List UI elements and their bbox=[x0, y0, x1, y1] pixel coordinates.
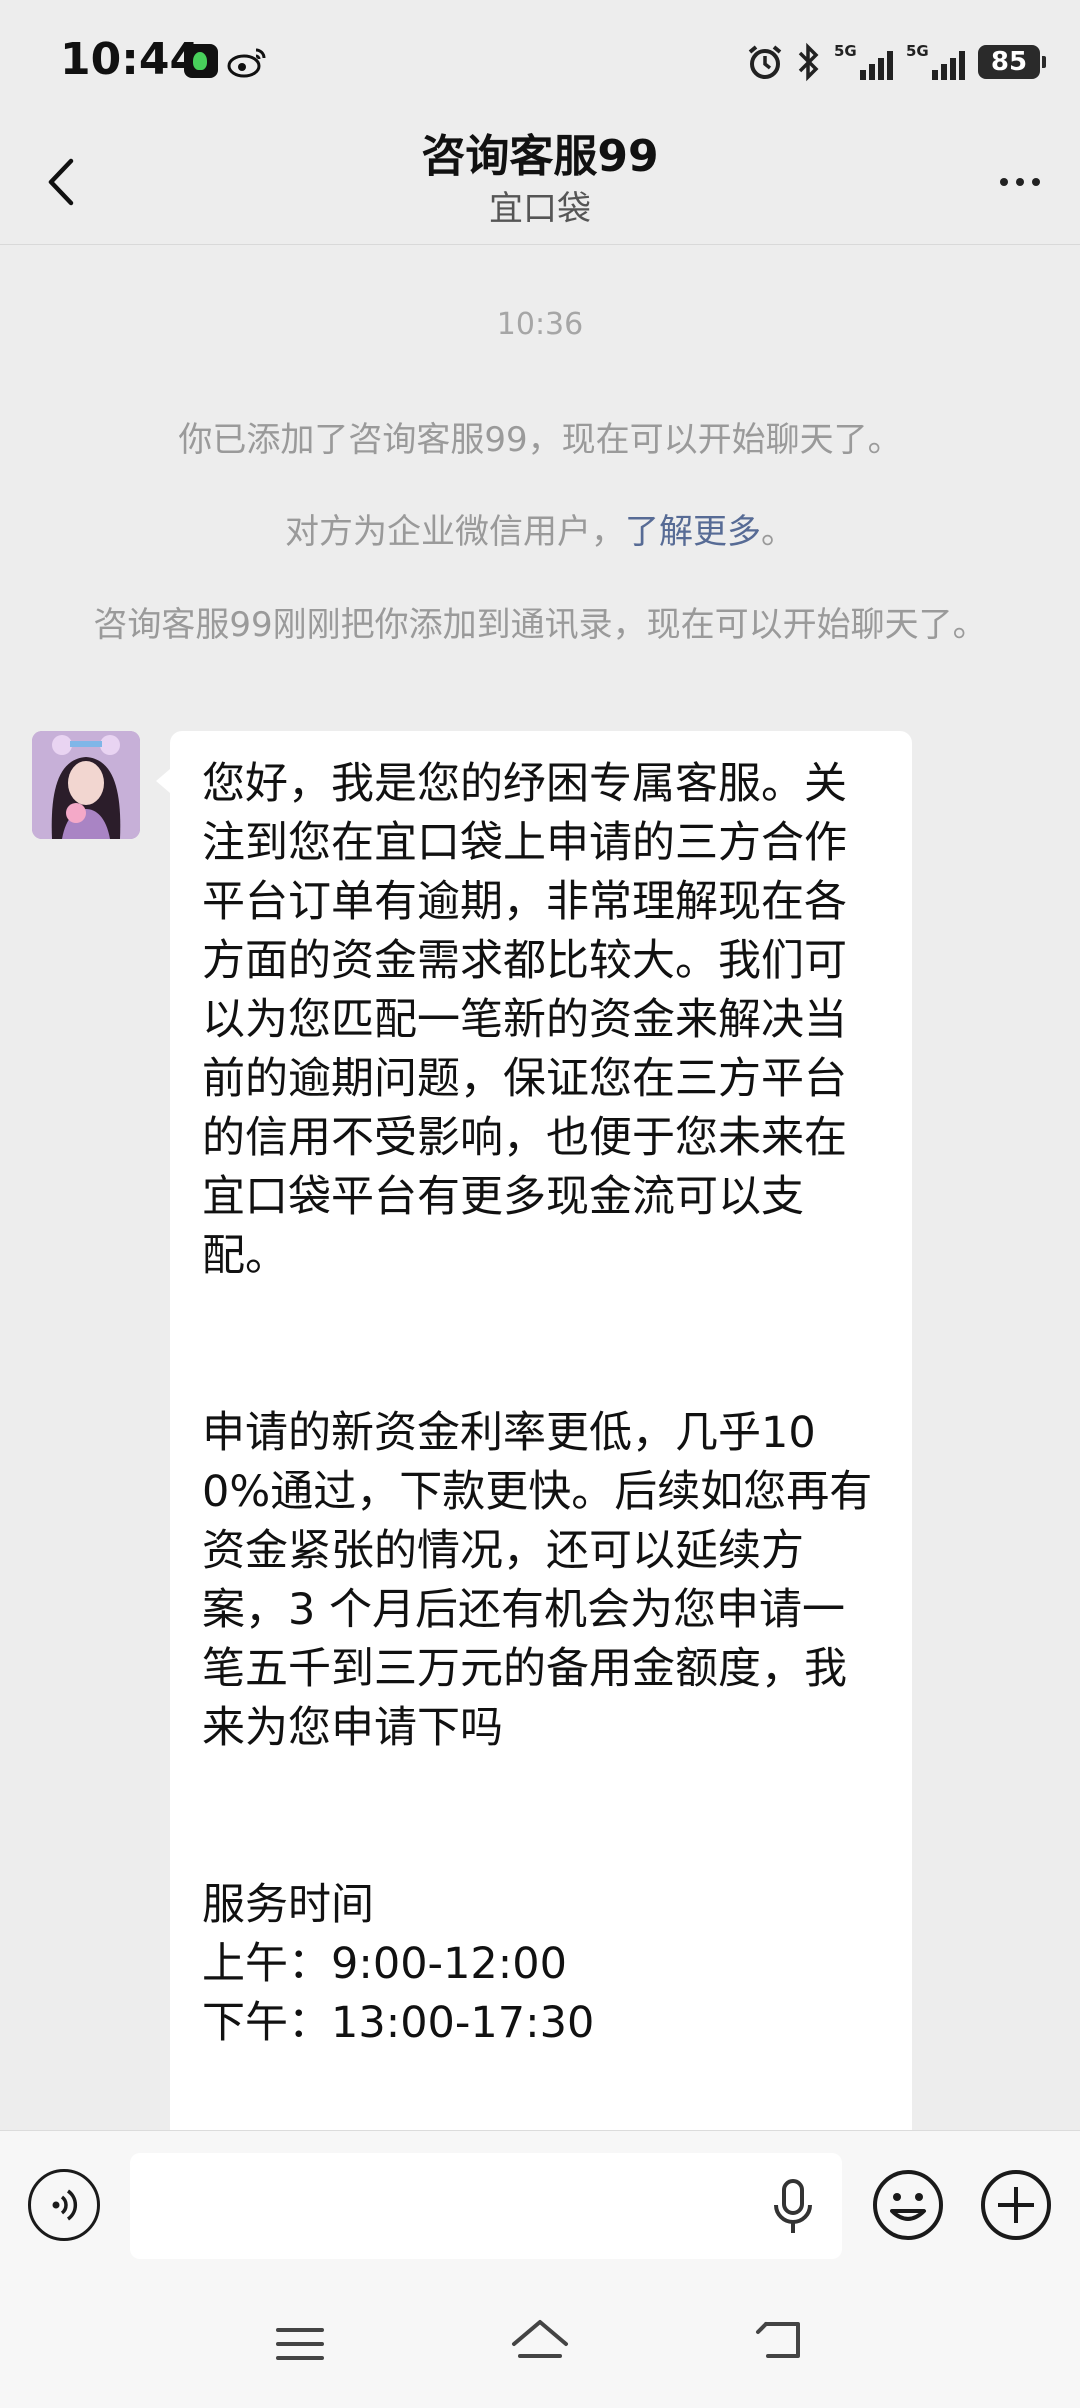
status-indicators: 5G 5G 85 bbox=[746, 40, 1046, 84]
system-message-contact: 咨询客服99刚刚把你添加到通讯录，现在可以开始聊天了。 bbox=[93, 605, 987, 645]
music-app-icon bbox=[184, 44, 218, 78]
battery-indicator: 85 bbox=[978, 45, 1046, 79]
status-bar: 10:44 5G 5G 85 bbox=[0, 0, 1080, 120]
home-icon[interactable] bbox=[506, 2314, 574, 2372]
more-dot-icon bbox=[1032, 178, 1040, 186]
chat-title: 咨询客服99 bbox=[421, 131, 659, 182]
message-timestamp: 10:36 bbox=[496, 307, 584, 342]
contact-avatar[interactable] bbox=[32, 731, 140, 839]
more-actions-button[interactable] bbox=[978, 2167, 1054, 2243]
chat-subtitle: 宜口袋 bbox=[489, 189, 591, 229]
learn-more-link[interactable]: 了解更多 bbox=[625, 512, 761, 552]
system-message-added: 你已添加了咨询客服99，现在可以开始聊天了。 bbox=[178, 420, 902, 460]
chat-header: 咨询客服99 宜口袋 bbox=[0, 120, 1080, 245]
message-text-input[interactable] bbox=[130, 2153, 842, 2259]
voice-icon bbox=[52, 2189, 78, 2221]
signal-icon-2: 5G bbox=[906, 42, 965, 80]
alarm-icon bbox=[748, 45, 782, 79]
back-nav-icon[interactable] bbox=[752, 2316, 812, 2368]
avatar-image bbox=[32, 731, 140, 839]
more-dot-icon bbox=[1000, 178, 1008, 186]
enterprise-notice-text: 对方为企业微信用户， bbox=[285, 512, 625, 552]
network-label-2: 5G bbox=[906, 42, 929, 60]
emoji-button[interactable] bbox=[870, 2167, 946, 2243]
microphone-icon[interactable] bbox=[768, 2177, 818, 2237]
enterprise-notice-suffix: 。 bbox=[761, 512, 795, 552]
system-message-enterprise: 对方为企业微信用户，了解更多。 bbox=[80, 507, 1000, 557]
signal-icon-1: 5G bbox=[834, 42, 893, 80]
menu-icon[interactable] bbox=[270, 2318, 330, 2370]
voice-input-button[interactable] bbox=[28, 2169, 100, 2241]
system-navigation-bar bbox=[0, 2278, 1080, 2408]
bluetooth-icon bbox=[798, 42, 819, 82]
more-options-button[interactable] bbox=[990, 154, 1050, 210]
chat-title-block: 咨询客服99 宜口袋 bbox=[0, 126, 1080, 230]
incoming-message-bubble[interactable]: 您好，我是您的纾困专属客服。关注到您在宜口袋上申请的三方合作平台订单有逾期，非常… bbox=[156, 731, 912, 2130]
network-label-1: 5G bbox=[834, 42, 857, 60]
status-time: 10:44 bbox=[60, 34, 201, 85]
chat-messages-area[interactable]: 10:36 你已添加了咨询客服99，现在可以开始聊天了。 对方为企业微信用户，了… bbox=[0, 245, 1080, 2130]
message-input-bar bbox=[0, 2130, 1080, 2279]
more-dot-icon bbox=[1016, 178, 1024, 186]
weibo-icon bbox=[227, 48, 266, 78]
